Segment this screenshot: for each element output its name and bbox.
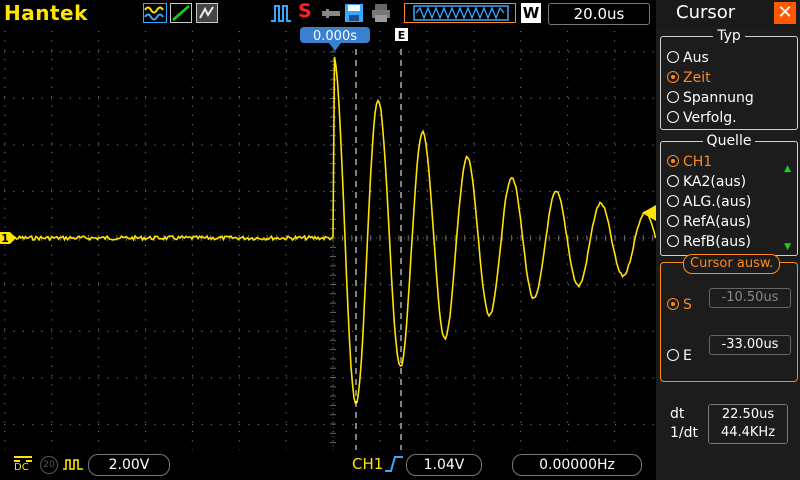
cursor-e-value[interactable]: -33.00us — [709, 335, 791, 355]
rising-edge-icon — [385, 456, 403, 472]
cursor-menu-panel: Cursor ✕ Typ Aus Zeit Spannung Verfolg. … — [656, 0, 800, 480]
svg-text:1: 1 — [1, 232, 9, 245]
type-option-aus[interactable]: Aus — [667, 50, 709, 68]
timebase-readout: 20.0us — [548, 3, 650, 25]
type-group: Typ Aus Zeit Spannung Verfolg. — [660, 28, 798, 130]
memory-depth-icon[interactable] — [404, 3, 516, 23]
pulse-icon[interactable] — [270, 3, 292, 23]
trigger-level-readout: 1.04V — [406, 454, 482, 476]
trigger-position-marker: 0.000s — [300, 27, 370, 51]
scroll-down-icon[interactable]: ▼ — [784, 242, 791, 252]
source-option-ch1[interactable]: CH1 — [667, 154, 712, 172]
ch1-level-marker: 1 — [0, 232, 16, 245]
inv-dt-value: 44.4KHz — [720, 425, 776, 440]
save-icon[interactable] — [344, 3, 364, 23]
cursor-select-title: Cursor ausw. — [683, 254, 781, 274]
run-stop-indicator[interactable]: S — [298, 0, 312, 22]
scroll-up-icon[interactable]: ▲ — [784, 164, 791, 174]
top-status-bar: Hantek S W 20.0us — [0, 0, 656, 27]
dt-value: 22.50us — [721, 407, 775, 422]
delta-readout: dt 1/dt 22.50us 44.4KHz — [656, 400, 800, 450]
source-option-refb[interactable]: RefB(aus) — [667, 234, 751, 252]
scope-grid[interactable]: 0.000s E 1 — [0, 27, 656, 450]
cursor-s-value[interactable]: -10.50us — [709, 288, 791, 308]
waveform-math-icon[interactable] — [143, 3, 167, 23]
print-icon[interactable] — [370, 3, 392, 23]
inv-dt-label: 1/dt — [670, 425, 698, 441]
trigger-time-label: 0.000s — [313, 29, 357, 44]
type-group-title: Typ — [713, 28, 745, 44]
svg-text:E: E — [398, 29, 406, 42]
dt-label: dt — [670, 406, 685, 422]
trigger-channel-label: CH1 — [352, 455, 384, 473]
cursor-e-marker: E — [395, 28, 408, 42]
panel-header: Cursor ✕ — [656, 0, 800, 27]
close-button[interactable]: ✕ — [774, 2, 796, 24]
source-option-refa[interactable]: RefA(aus) — [667, 214, 751, 232]
volts-div-readout: 2.00V — [88, 454, 170, 476]
bandwidth-limit-icon[interactable]: 20 — [40, 456, 58, 474]
cursor-e-option[interactable]: E — [667, 348, 692, 366]
w-icon[interactable]: W — [521, 3, 541, 23]
cursor-s-option[interactable]: S — [667, 297, 692, 315]
probe-icon — [63, 459, 83, 470]
line-display-icon[interactable] — [170, 3, 192, 23]
source-option-alg[interactable]: ALG.(aus) — [667, 194, 751, 212]
source-option-ka2[interactable]: KA2(aus) — [667, 174, 746, 192]
persistence-icon[interactable] — [196, 3, 218, 23]
source-group: Quelle CH1 KA2(aus) ALG.(aus) RefA(aus) … — [660, 133, 798, 256]
type-option-zeit[interactable]: Zeit — [667, 70, 711, 88]
frequency-readout: 0.00000Hz — [512, 454, 642, 476]
ch1-waveform — [0, 56, 656, 405]
source-group-title: Quelle — [702, 133, 756, 149]
brand-logo: Hantek — [4, 1, 88, 25]
cursor-select-group: Cursor ausw. S -10.50us E -33.00us — [660, 254, 798, 382]
type-option-spannung[interactable]: Spannung — [667, 90, 754, 108]
panel-title: Cursor — [676, 2, 736, 23]
usb-connector-icon — [322, 9, 340, 18]
bottom-status-bar: DC 20 2.00V CH1 1.04V 0.00000Hz — [0, 450, 656, 480]
dc-coupling-label: DC — [14, 454, 34, 474]
type-option-verfolg[interactable]: Verfolg. — [667, 110, 737, 128]
